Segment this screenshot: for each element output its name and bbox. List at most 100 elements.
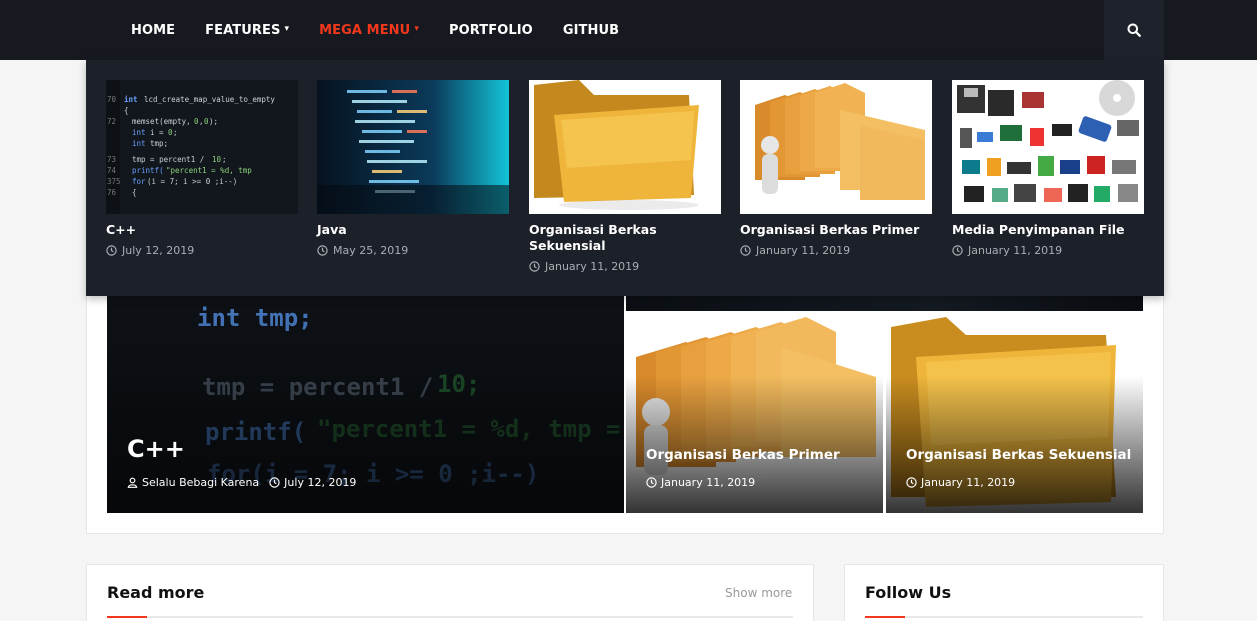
post-thumbnail[interactable] <box>740 80 932 214</box>
chevron-down-icon: ▾ <box>414 24 419 34</box>
folder-image <box>529 80 721 214</box>
mega-post-date: May 25, 2019 <box>333 244 409 257</box>
nav-mega-menu-label: MEGA MENU <box>319 22 411 38</box>
svg-text:70: 70 <box>107 95 117 104</box>
svg-text:375: 375 <box>107 177 121 186</box>
svg-text:"percent1 = %d, tmp: "percent1 = %d, tmp <box>166 166 252 175</box>
mega-post-title[interactable]: Organisasi Berkas Primer <box>740 222 932 238</box>
mega-post-meta: January 11, 2019 <box>952 244 1144 257</box>
svg-text:(i = 7; i >= 0 ;i--): (i = 7; i >= 0 ;i--) <box>147 177 237 186</box>
mega-post-date: July 12, 2019 <box>122 244 195 257</box>
follow-us-widget: Follow Us <box>844 564 1164 621</box>
mega-menu-post[interactable]: Organisasi Berkas Sekuensial January 11,… <box>529 80 721 273</box>
svg-text:74: 74 <box>107 166 117 175</box>
svg-text:int: int <box>132 139 146 148</box>
section-divider <box>107 616 793 618</box>
svg-text:tmp;: tmp; <box>150 139 168 148</box>
featured-small-date: January 11, 2019 <box>661 476 756 489</box>
post-thumbnail[interactable] <box>952 80 1144 214</box>
post-thumbnail[interactable] <box>529 80 721 214</box>
nav-features[interactable]: FEATURES ▾ <box>190 0 304 60</box>
clock-icon <box>646 477 657 488</box>
post-thumbnail[interactable] <box>317 80 509 214</box>
svg-text:i =: i = <box>150 128 164 137</box>
clock-icon <box>317 245 328 256</box>
svg-text:;: ; <box>222 155 227 164</box>
mega-menu-dropdown: 70 int lcd_create_map_value_to_empty { 72… <box>86 60 1164 296</box>
top-navbar: HOME FEATURES ▾ MEGA MENU ▾ PORTFOLIO GITH… <box>0 0 1257 60</box>
read-more-widget: Read more Show more <box>86 564 814 621</box>
svg-text:lcd_create_map_value_to_empty: lcd_create_map_value_to_empty <box>144 95 275 104</box>
section-accent <box>107 616 147 618</box>
clock-icon <box>740 245 751 256</box>
follow-us-title: Follow Us <box>865 583 952 602</box>
svg-text:memset(empty,: memset(empty, <box>132 117 191 126</box>
main-nav: HOME FEATURES ▾ MEGA MENU ▾ PORTFOLIO GITH… <box>116 0 634 60</box>
mega-post-title[interactable]: Media Penyimpanan File <box>952 222 1144 238</box>
storage-media-image <box>952 80 1144 214</box>
mega-post-meta: July 12, 2019 <box>106 244 298 257</box>
svg-text:73: 73 <box>107 155 116 164</box>
nav-portfolio-label: PORTFOLIO <box>448 22 533 38</box>
svg-text:{: { <box>124 106 129 115</box>
featured-small-title[interactable]: Organisasi Berkas Primer <box>646 447 840 463</box>
search-icon <box>1127 23 1141 37</box>
code-blue-image <box>317 80 509 214</box>
svg-text:);: ); <box>209 117 218 126</box>
featured-small-post[interactable]: Organisasi Berkas Primer January 11, 201… <box>626 317 883 513</box>
mega-post-meta: January 11, 2019 <box>529 260 721 273</box>
svg-text:,: , <box>199 117 204 126</box>
mega-post-title[interactable]: C++ <box>106 222 298 238</box>
mega-menu-post[interactable]: Organisasi Berkas Primer January 11, 201… <box>740 80 932 257</box>
clock-icon <box>952 245 963 256</box>
code-screen-image: 70 int lcd_create_map_value_to_empty { 72… <box>106 80 298 214</box>
nav-portfolio[interactable]: PORTFOLIO <box>434 0 548 60</box>
mega-post-title[interactable]: Organisasi Berkas Sekuensial <box>529 222 721 254</box>
clock-icon <box>906 477 917 488</box>
mega-post-title[interactable]: Java <box>317 222 509 238</box>
svg-text:for: for <box>132 177 146 186</box>
nav-mega-menu[interactable]: MEGA MENU ▾ <box>304 0 434 60</box>
featured-big-title[interactable]: C++ <box>127 435 185 463</box>
mega-post-date: January 11, 2019 <box>968 244 1063 257</box>
mega-menu-post[interactable]: Java May 25, 2019 <box>317 80 509 257</box>
nav-github[interactable]: GITHUB <box>548 0 634 60</box>
mega-post-date: January 11, 2019 <box>756 244 851 257</box>
featured-small-post[interactable]: Organisasi Berkas Sekuensial January 11,… <box>886 317 1143 513</box>
read-more-title: Read more <box>107 583 205 602</box>
section-accent <box>865 616 905 618</box>
svg-text:10: 10 <box>212 155 222 164</box>
featured-small-date: January 11, 2019 <box>921 476 1016 489</box>
featured-big-author[interactable]: Selalu Bebagi Karena <box>142 476 259 489</box>
svg-text:int: int <box>132 128 146 137</box>
mega-menu-post[interactable]: Media Penyimpanan File January 11, 2019 <box>952 80 1144 257</box>
clock-icon <box>269 477 280 488</box>
svg-text:72: 72 <box>107 117 116 126</box>
mega-post-meta: January 11, 2019 <box>740 244 932 257</box>
folders-figure-image <box>740 80 932 214</box>
clock-icon <box>106 245 117 256</box>
svg-text:tmp = percent1 /: tmp = percent1 / <box>132 155 204 164</box>
featured-small-meta: January 11, 2019 <box>906 476 1015 489</box>
clock-icon <box>529 261 540 272</box>
nav-home[interactable]: HOME <box>116 0 190 60</box>
svg-text:{: { <box>132 188 137 197</box>
nav-features-label: FEATURES <box>205 22 281 38</box>
svg-text:;: ; <box>173 128 178 137</box>
featured-small-meta: January 11, 2019 <box>646 476 755 489</box>
chevron-down-icon: ▾ <box>284 24 290 34</box>
section-divider <box>865 616 1143 618</box>
mega-menu-post[interactable]: 70 int lcd_create_map_value_to_empty { 72… <box>106 80 298 257</box>
featured-big-meta: Selalu Bebagi Karena July 12, 2019 <box>127 476 356 489</box>
search-button[interactable] <box>1104 0 1164 60</box>
user-icon <box>127 477 138 488</box>
svg-text:76: 76 <box>107 188 117 197</box>
nav-github-label: GITHUB <box>562 22 620 38</box>
featured-big-date: July 12, 2019 <box>284 476 357 489</box>
svg-text:printf(: printf( <box>132 166 164 175</box>
show-more-link[interactable]: Show more <box>725 586 792 600</box>
featured-small-title[interactable]: Organisasi Berkas Sekuensial <box>906 447 1131 463</box>
mega-post-meta: May 25, 2019 <box>317 244 509 257</box>
featured-big-post[interactable]: int tmp; tmp = percent1 / 10; printf( "p… <box>107 280 624 513</box>
post-thumbnail[interactable]: 70 int lcd_create_map_value_to_empty { 72… <box>106 80 298 214</box>
